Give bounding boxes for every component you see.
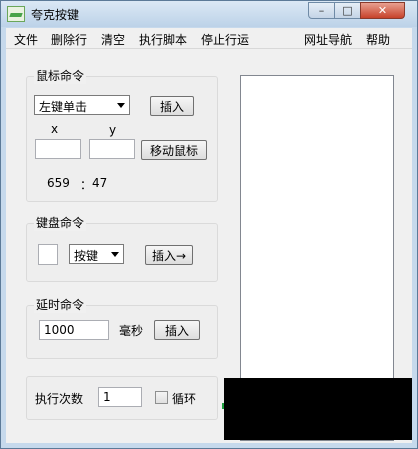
menu-help[interactable]: 帮助 [366,31,390,48]
menu-stop[interactable]: 停止行运 [201,31,249,48]
delay-input[interactable]: 1000 [39,320,109,340]
cursor-x-readout: 659 [47,176,70,190]
exec-count-label: 执行次数 [35,392,84,406]
key-type-value: 按键 [74,249,99,263]
app-window: 夸克按键 – □ ✕ 文件 删除行 清空 执行脚本 停止行运 网址导航 帮助 鼠… [0,0,418,449]
maximize-button[interactable]: □ [334,2,361,19]
cursor-coord-separator: ： [80,178,93,192]
minimize-button[interactable]: – [308,2,335,19]
menu-run-script[interactable]: 执行脚本 [139,31,187,48]
y-input[interactable] [89,139,135,159]
move-mouse-button[interactable]: 移动鼠标 [141,140,207,160]
mouse-action-select[interactable]: 左键单击 [34,95,130,115]
x-label: x [51,122,59,136]
delay-insert-button[interactable]: 插入 [154,320,200,340]
keyboard-command-title: 键盘命令 [34,214,87,231]
loop-label: 循环 [172,392,197,406]
cursor-y-readout: 47 [92,176,108,190]
exec-count-input[interactable]: 1 [98,387,142,407]
x-input[interactable] [35,139,81,159]
menu-clear[interactable]: 清空 [101,31,125,48]
delay-unit-label: 毫秒 [119,324,144,338]
dropdown-arrow-icon [117,103,125,108]
app-logo-icon [7,6,25,22]
menu-file[interactable]: 文件 [14,31,38,48]
mouse-command-title: 鼠标命令 [34,67,87,84]
keyboard-insert-button[interactable]: 插入→ [145,245,193,265]
mouse-action-value: 左键单击 [39,100,88,114]
black-overlay-region [224,378,412,440]
window-title: 夸克按键 [31,8,80,22]
delay-command-title: 延时命令 [34,296,87,313]
key-input[interactable] [38,244,58,265]
title-bar[interactable]: 夸克按键 – □ ✕ [1,1,417,27]
dropdown-arrow-icon [111,252,119,257]
loop-checkbox[interactable] [155,391,168,404]
menu-url-nav[interactable]: 网址导航 [304,31,352,48]
delay-value: 1000 [44,323,75,337]
y-label: y [109,123,117,137]
key-type-select[interactable]: 按键 [69,244,124,264]
menu-delete-row[interactable]: 删除行 [51,31,87,48]
close-button[interactable]: ✕ [360,2,405,19]
exec-count-value: 1 [103,390,111,404]
menu-bar: 文件 删除行 清空 执行脚本 停止行运 网址导航 帮助 [6,28,412,49]
mouse-insert-button[interactable]: 插入 [150,96,194,116]
